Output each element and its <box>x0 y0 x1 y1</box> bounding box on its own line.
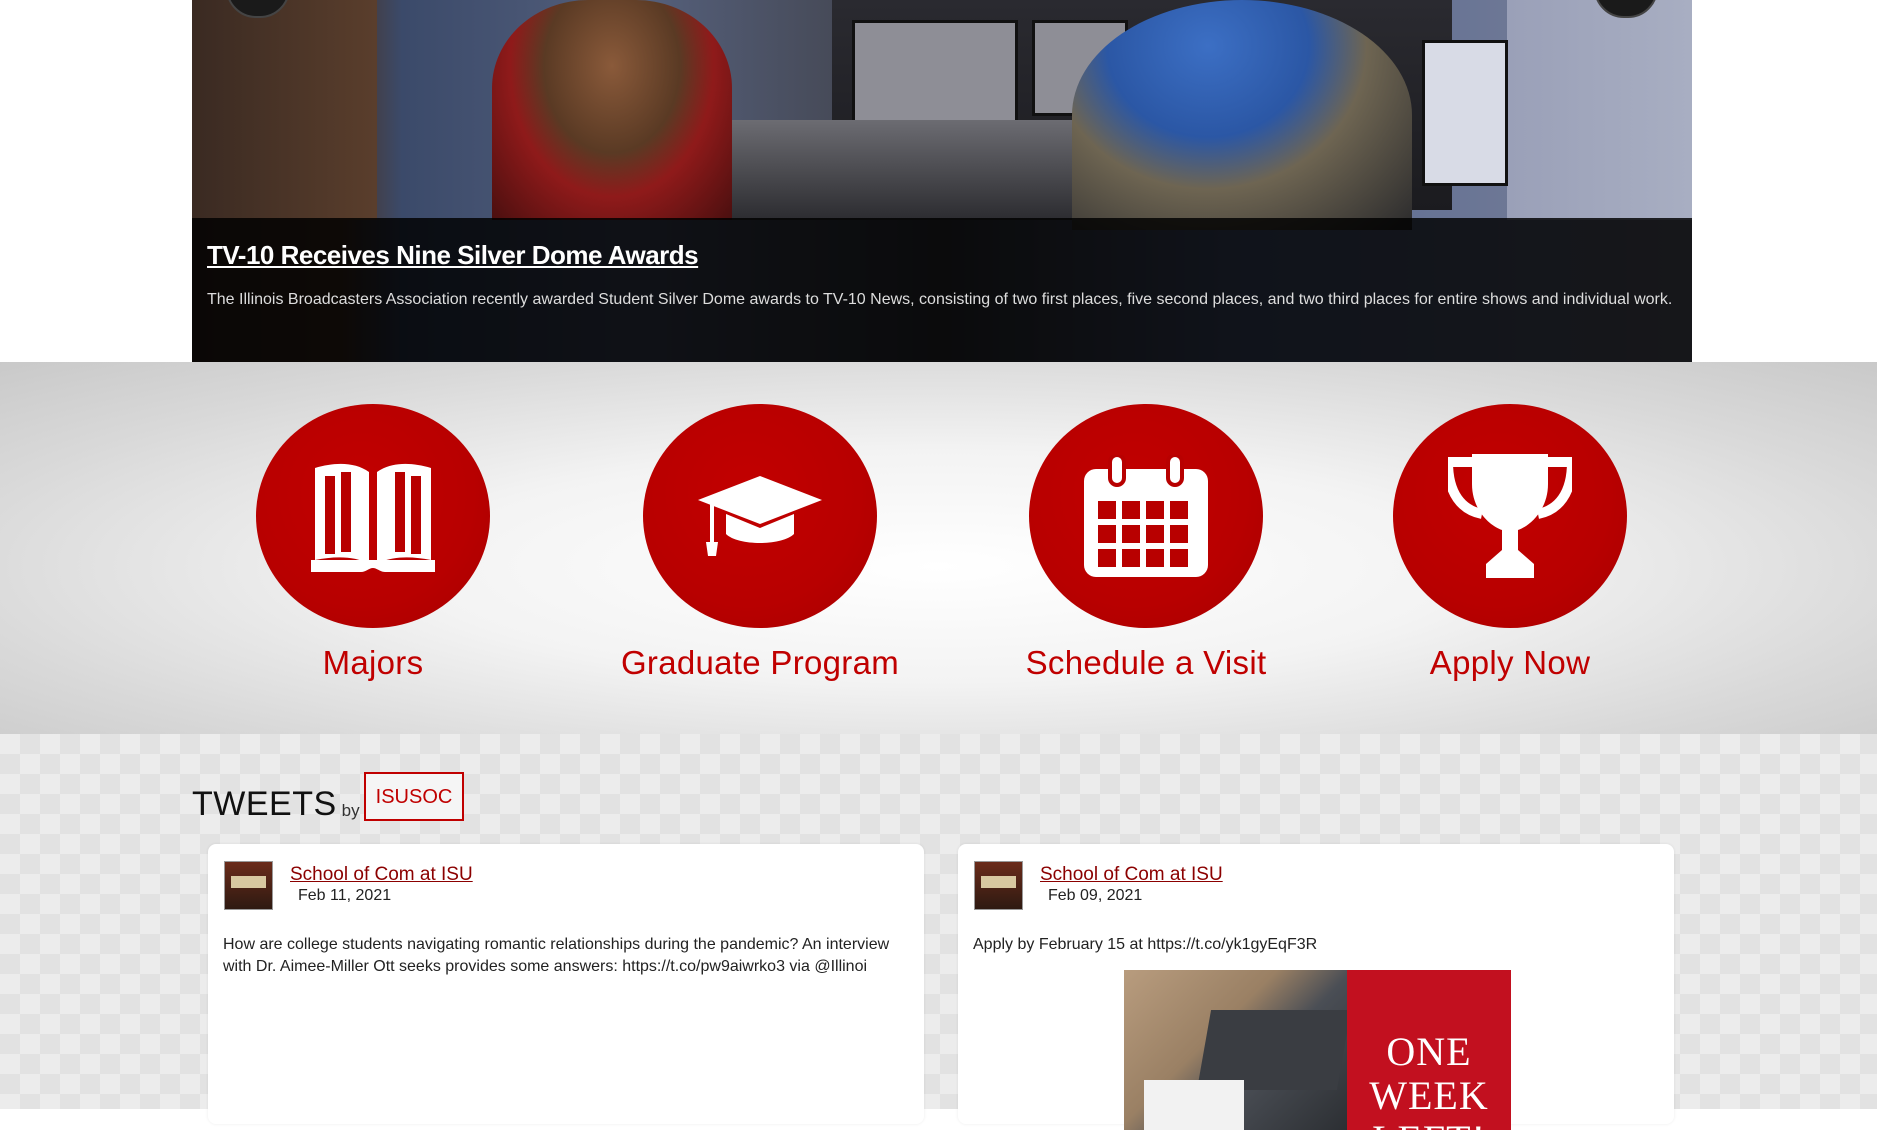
slide-headline-link[interactable]: TV-10 Receives Nine Silver Dome Awards <box>207 240 1677 271</box>
tweet-text: How are college students navigating roma… <box>223 936 890 975</box>
apply-now-circle[interactable] <box>1393 404 1627 628</box>
tweet-author-link[interactable]: School of Com at ISU <box>1040 864 1223 886</box>
trophy-icon <box>1448 454 1572 578</box>
open-book-icon <box>311 463 435 572</box>
tweet-card: School of Com at ISU Feb 11, 2021 How ar… <box>208 844 924 1124</box>
graduate-program-link[interactable]: Graduate Program <box>620 404 900 682</box>
tweet-text: Apply by February 15 at https://t.co/yk1… <box>973 936 1318 953</box>
avatar[interactable] <box>224 861 273 910</box>
apply-now-link[interactable]: Apply Now <box>1370 404 1650 682</box>
quick-links-band: Majors Graduate Program Schedule a Visit… <box>0 362 1877 734</box>
graduate-program-circle[interactable] <box>643 404 877 628</box>
graduation-cap-icon <box>698 476 822 556</box>
tweets-title: TWEETS <box>192 785 337 823</box>
tweets-by: by <box>341 801 360 820</box>
tweet-card: School of Com at ISU Feb 09, 2021 Apply … <box>958 844 1674 1130</box>
tweet-date: Feb 09, 2021 <box>1048 887 1143 904</box>
tweet-media-photo <box>1124 970 1352 1130</box>
tweet-author-link[interactable]: School of Com at ISU <box>290 864 473 886</box>
apply-now-label[interactable]: Apply Now <box>1370 644 1650 682</box>
schedule-visit-label[interactable]: Schedule a Visit <box>1006 644 1286 682</box>
schedule-visit-circle[interactable] <box>1029 404 1263 628</box>
tweet-media-image[interactable]: ONE WEEK LEFT! <box>1124 970 1511 1130</box>
graduate-program-label[interactable]: Graduate Program <box>620 644 900 682</box>
tweets-heading: TWEETS by ISUSOC <box>192 772 465 823</box>
hero-slider[interactable]: TV-10 Receives Nine Silver Dome Awards T… <box>192 0 1692 362</box>
majors-circle[interactable] <box>256 404 490 628</box>
slide-caption: TV-10 Receives Nine Silver Dome Awards T… <box>192 218 1692 362</box>
majors-label[interactable]: Majors <box>233 644 513 682</box>
tweet-date: Feb 11, 2021 <box>298 887 392 904</box>
calendar-icon <box>1084 455 1208 577</box>
slide-summary: The Illinois Broadcasters Association re… <box>207 291 1673 308</box>
avatar[interactable] <box>974 861 1023 910</box>
tweets-section: TWEETS by ISUSOC School of Com at ISU Fe… <box>0 734 1877 1130</box>
tweets-handle-link[interactable]: ISUSOC <box>363 772 465 821</box>
majors-link[interactable]: Majors <box>233 404 513 682</box>
tweet-media-text: ONE WEEK LEFT! <box>1347 970 1511 1130</box>
schedule-visit-link[interactable]: Schedule a Visit <box>1006 404 1286 682</box>
